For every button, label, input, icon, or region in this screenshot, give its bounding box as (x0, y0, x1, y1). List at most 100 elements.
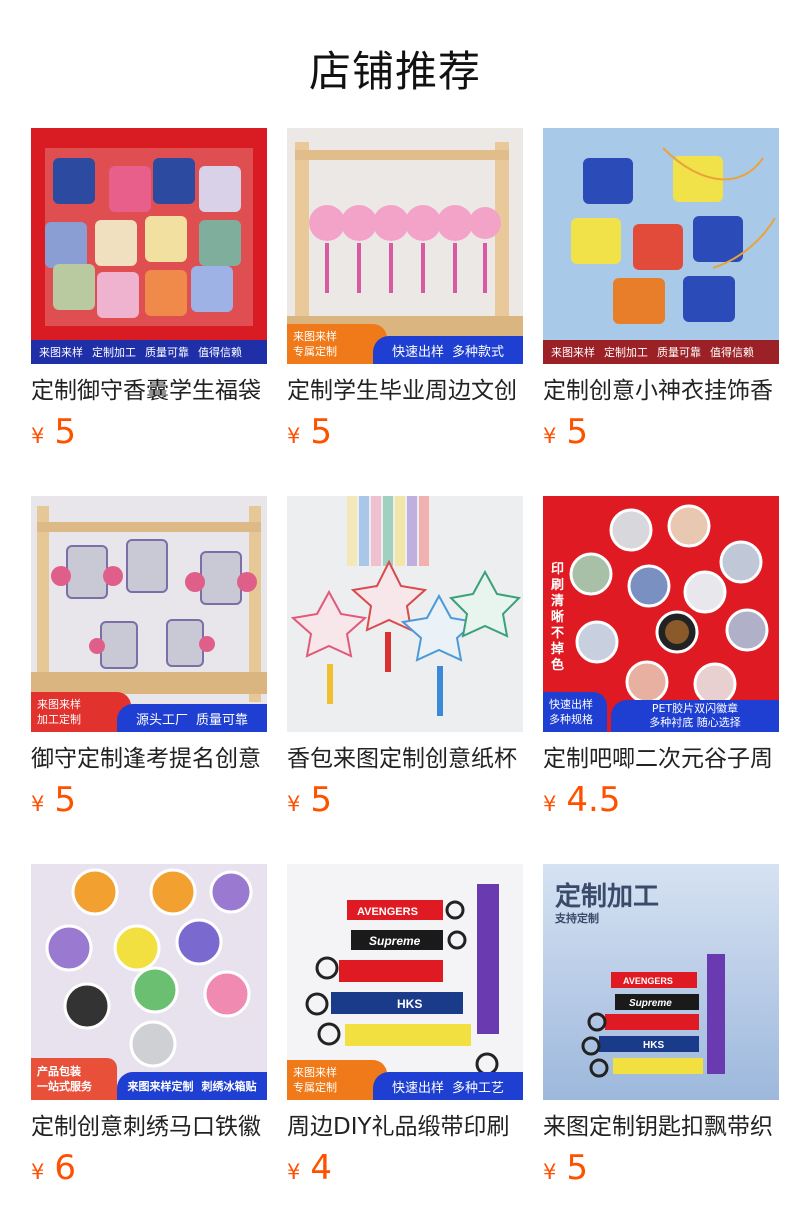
banner-text: 来图来样 (39, 346, 83, 359)
promo-badge: 产品包装 一站式服务 (31, 1058, 117, 1100)
side-text: 印刷清晰不掉色 (551, 562, 565, 673)
product-image[interactable]: 印刷清晰不掉色 快速出样 多种规格 PET胶片双闪徽章 多种衬底 随心选择 (543, 496, 779, 732)
strap-text: Supreme (629, 998, 672, 1009)
product-card[interactable]: 来图来样 定制加工 质量可靠 值得信赖 定制创意小神衣挂饰香 ¥5 (543, 128, 779, 458)
bar-text: 多种款式 (452, 344, 505, 360)
section-title: 店铺推荐 (308, 47, 481, 96)
price-value: 5 (566, 1148, 589, 1188)
product-image[interactable]: 产品包装 一站式服务 来图来样定制 刺绣冰箱贴 (31, 864, 267, 1100)
promo-badge: 来图来样 专属定制 (287, 324, 387, 364)
product-price: ¥6 (31, 1148, 267, 1194)
product-price: ¥5 (31, 780, 267, 826)
price-value: 5 (54, 780, 77, 820)
product-card[interactable]: 产品包装 一站式服务 来图来样定制 刺绣冰箱贴 定制创意刺绣马口铁徽 ¥6 (31, 864, 267, 1194)
product-name[interactable]: 定制创意刺绣马口铁徽 (31, 1112, 267, 1142)
product-image[interactable]: 来图来样 加工定制 源头工厂 质量可靠 (31, 496, 267, 732)
product-image[interactable]: 来图来样 定制加工 质量可靠 值得信赖 (31, 128, 267, 364)
product-name[interactable]: 来图定制钥匙扣飘带织 (543, 1112, 779, 1142)
product-name[interactable]: 定制吧唧二次元谷子周 (543, 744, 779, 774)
product-image[interactable]: 来图来样 专属定制 快速出样 多种款式 (287, 128, 523, 364)
strap-text: AVENGERS (357, 906, 418, 918)
bar-text: 多种工艺 (452, 1080, 505, 1096)
bar-text: 多种衬底 随心选择 (649, 716, 741, 729)
price-value: 5 (310, 412, 333, 452)
badge-line: 专属定制 (293, 1081, 337, 1094)
badge-line: 产品包装 (37, 1065, 81, 1078)
product-name[interactable]: 定制创意小神衣挂饰香 (543, 376, 779, 406)
price-value: 5 (54, 412, 77, 452)
product-name[interactable]: 定制学生毕业周边文创 (287, 376, 523, 406)
product-name[interactable]: 定制御守香囊学生福袋 (31, 376, 267, 406)
product-card[interactable]: 来图来样 专属定制 快速出样 多种款式 定制学生毕业周边文创 ¥5 (287, 128, 523, 458)
currency-symbol: ¥ (543, 792, 557, 816)
strap-text: HKS (397, 997, 422, 1011)
product-price: ¥5 (287, 780, 523, 826)
product-image[interactable]: AVENGERS Supreme HKS 来图来样 专属定制 快速出样 多种工艺 (287, 864, 523, 1100)
badge-line: 来图来样 (293, 1066, 337, 1079)
bar-text: 质量可靠 (196, 712, 249, 728)
promo-bar: 快速出样 多种款式 (373, 336, 523, 364)
product-name[interactable]: 香包来图定制创意纸杯 (287, 744, 523, 774)
image-headline: 定制加工 (555, 882, 660, 912)
price-value: 6 (54, 1148, 77, 1188)
badge-line: 来图来样 (37, 698, 81, 711)
product-card[interactable]: 来图来样 加工定制 源头工厂 质量可靠 御守定制逢考提名创意 ¥5 (31, 496, 267, 826)
product-card[interactable]: AVENGERS Supreme HKS 定制加工 支持定制 来图定制钥匙扣飘带… (543, 864, 779, 1194)
badge-line: 专属定制 (293, 345, 337, 358)
badge-line: 多种规格 (549, 713, 593, 726)
product-image[interactable]: AVENGERS Supreme HKS 定制加工 支持定制 (543, 864, 779, 1100)
promo-bar: 源头工厂 质量可靠 (117, 704, 267, 732)
badge-line: 快速出样 (549, 698, 593, 711)
price-value: 4 (310, 1148, 333, 1188)
product-price: ¥5 (543, 1148, 779, 1194)
badge-line: 一站式服务 (37, 1080, 92, 1093)
bar-text: PET胶片双闪徽章 (651, 702, 739, 715)
banner-text: 值得信赖 (710, 346, 754, 359)
currency-symbol: ¥ (287, 1160, 301, 1184)
strap-text: AVENGERS (623, 976, 673, 986)
promo-badge: 来图来样 加工定制 (31, 692, 131, 732)
product-name[interactable]: 御守定制逢考提名创意 (31, 744, 267, 774)
promo-badge: 快速出样 多种规格 (543, 692, 607, 732)
bar-text: 快速出样 (391, 344, 444, 360)
badge-line: 来图来样 (293, 330, 337, 343)
promo-bar: PET胶片双闪徽章 多种衬底 随心选择 (611, 700, 779, 732)
bar-text: 刺绣冰箱贴 (201, 1080, 257, 1093)
product-price: ¥5 (31, 412, 267, 458)
currency-symbol: ¥ (287, 792, 301, 816)
product-card[interactable]: AVENGERS Supreme HKS 来图来样 专属定制 快速出样 多种工艺… (287, 864, 523, 1194)
currency-symbol: ¥ (31, 424, 45, 448)
price-value: 5 (310, 780, 333, 820)
currency-symbol: ¥ (287, 424, 301, 448)
bar-text: 快速出样 (391, 1080, 444, 1096)
promo-badge: 来图来样 专属定制 (287, 1060, 387, 1100)
bar-text: 来图来样定制 (127, 1080, 194, 1093)
image-subline: 支持定制 (555, 912, 599, 925)
promo-bar: 快速出样 多种工艺 (373, 1072, 523, 1100)
product-card[interactable]: 印刷清晰不掉色 快速出样 多种规格 PET胶片双闪徽章 多种衬底 随心选择 定制… (543, 496, 779, 826)
bar-text: 源头工厂 (135, 712, 188, 728)
product-card[interactable]: 来图来样 定制加工 质量可靠 值得信赖 定制御守香囊学生福袋 ¥5 (31, 128, 267, 458)
currency-symbol: ¥ (31, 792, 45, 816)
banner-text: 来图来样 (551, 346, 595, 359)
product-image[interactable] (287, 496, 523, 732)
currency-symbol: ¥ (31, 1160, 45, 1184)
badge-line: 加工定制 (37, 713, 81, 726)
product-price: ¥4 (287, 1148, 523, 1194)
banner-text: 定制加工 (92, 346, 136, 359)
price-value: 4.5 (566, 780, 621, 820)
currency-symbol: ¥ (543, 1160, 557, 1184)
product-image[interactable]: 来图来样 定制加工 质量可靠 值得信赖 (543, 128, 779, 364)
product-name[interactable]: 周边DIY礼品缎带印刷 (287, 1112, 523, 1142)
product-price: ¥5 (287, 412, 523, 458)
currency-symbol: ¥ (543, 424, 557, 448)
product-price: ¥4.5 (543, 780, 779, 826)
banner-text: 定制加工 (604, 346, 648, 359)
banner-text: 值得信赖 (198, 346, 242, 359)
banner-text: 质量可靠 (145, 346, 189, 359)
price-value: 5 (566, 412, 589, 452)
product-price: ¥5 (543, 412, 779, 458)
product-card[interactable]: 香包来图定制创意纸杯 ¥5 (287, 496, 523, 826)
banner-text: 质量可靠 (657, 346, 701, 359)
strap-text: Supreme (369, 934, 421, 948)
